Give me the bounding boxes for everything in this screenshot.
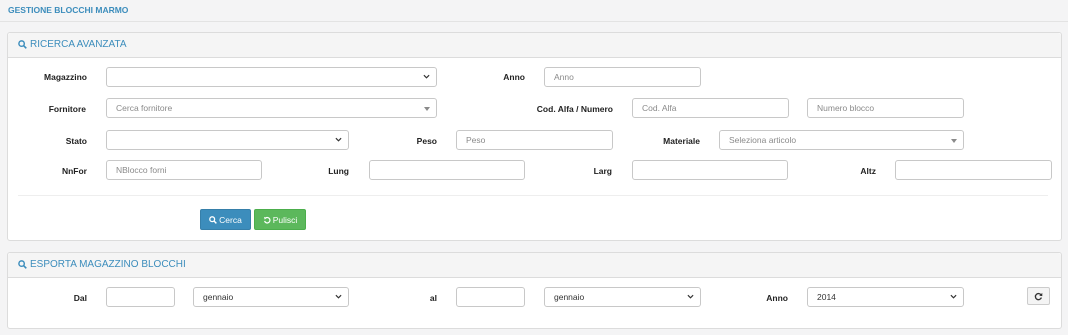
altz-input[interactable] <box>895 160 1052 180</box>
refresh-icon <box>1034 292 1043 300</box>
peso-label: Peso <box>416 136 437 146</box>
larg-label: Larg <box>593 166 612 176</box>
al-label: al <box>429 293 437 303</box>
stato-select[interactable] <box>106 130 349 150</box>
anno-label: Anno <box>503 72 525 82</box>
export-anno-label: Anno <box>766 293 788 303</box>
fornitore-select[interactable]: Cerca fornitore <box>106 98 437 118</box>
dal-label: Dal <box>73 293 87 303</box>
undo-icon <box>263 216 271 224</box>
header-divider <box>0 21 1068 22</box>
lung-label: Lung <box>328 166 349 176</box>
export-panel-header: ESPORTA MAGAZZINO BLOCCHI <box>8 253 1061 278</box>
cod-alfa-numero-label: Cod. Alfa / Numero <box>536 104 613 114</box>
export-panel-title: ESPORTA MAGAZZINO BLOCCHI <box>30 259 186 270</box>
search-icon <box>18 260 27 269</box>
nnfor-label: NnFor <box>61 166 87 176</box>
search-panel-title: RICERCA AVANZATA <box>30 39 127 50</box>
magazzino-select[interactable] <box>106 67 437 87</box>
search-panel-header: RICERCA AVANZATA <box>8 33 1061 58</box>
dal-day-input[interactable] <box>106 287 175 307</box>
cod-alfa-input[interactable]: Cod. Alfa <box>632 98 789 118</box>
al-day-input[interactable] <box>456 287 525 307</box>
form-divider <box>18 195 1048 196</box>
magazzino-label: Magazzino <box>44 72 87 82</box>
page-title: GESTIONE BLOCCHI MARMO <box>8 5 129 15</box>
search-icon <box>209 215 218 224</box>
dropdown-arrow-icon <box>424 107 430 111</box>
search-icon <box>18 40 27 49</box>
search-button[interactable]: Cerca <box>200 209 251 230</box>
dropdown-arrow-icon <box>951 139 957 143</box>
refresh-button[interactable] <box>1027 287 1050 305</box>
export-anno-select[interactable]: 2014 <box>807 287 964 307</box>
materiale-select[interactable]: Seleziona articolo <box>719 130 964 150</box>
materiale-label: Materiale <box>663 136 700 146</box>
clear-button[interactable]: Pulisci <box>254 209 306 230</box>
numero-blocco-input[interactable]: Numero blocco <box>807 98 964 118</box>
fornitore-label: Fornitore <box>48 104 86 114</box>
altz-label: Altz <box>860 166 876 176</box>
anno-input[interactable]: Anno <box>544 67 701 87</box>
stato-label: Stato <box>65 136 87 146</box>
chevron-down-icon <box>950 294 957 299</box>
